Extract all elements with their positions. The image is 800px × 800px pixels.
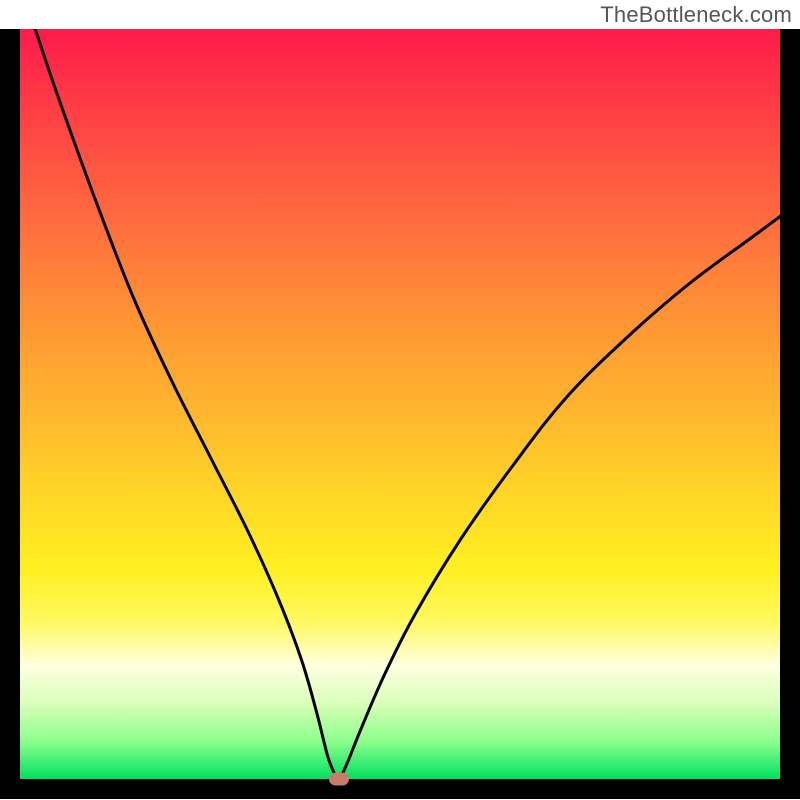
- plot-area: [20, 29, 780, 779]
- chart-container: TheBottleneck.com: [0, 0, 800, 800]
- optimum-marker: [329, 773, 349, 786]
- watermark-text: TheBottleneck.com: [600, 2, 792, 28]
- bottleneck-curve: [35, 29, 780, 779]
- chart-frame: [0, 29, 800, 799]
- curve-svg: [20, 29, 780, 779]
